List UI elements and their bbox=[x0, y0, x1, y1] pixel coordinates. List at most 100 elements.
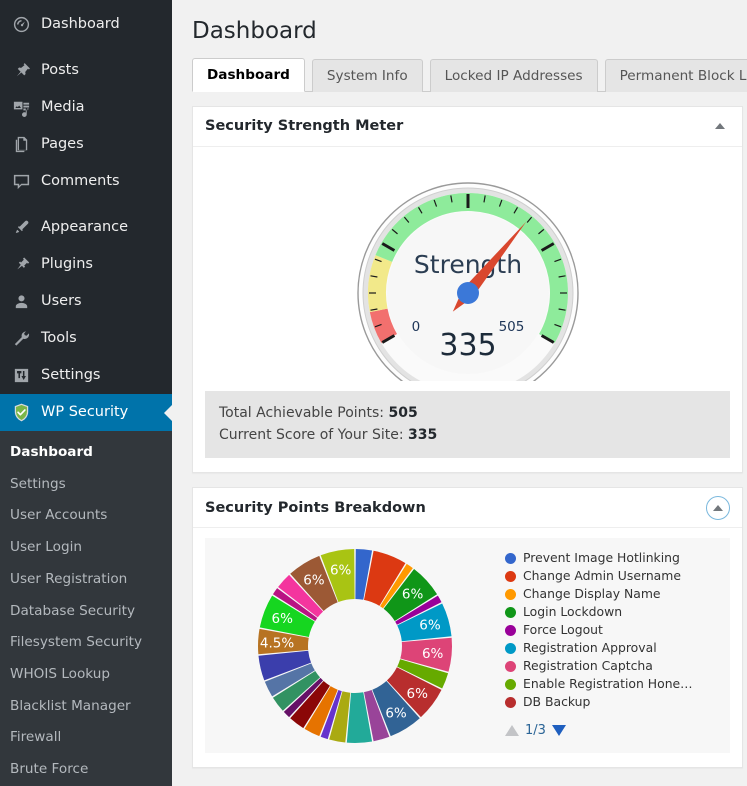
sidebar-item-label: Posts bbox=[41, 62, 79, 79]
sidebar-item-users[interactable]: Users bbox=[0, 283, 172, 320]
current-score-row: Current Score of Your Site: 335 bbox=[219, 425, 716, 447]
panel-title: Security Points Breakdown bbox=[205, 499, 426, 516]
legend-color-swatch bbox=[505, 552, 516, 564]
pages-icon bbox=[10, 135, 32, 155]
sidebar-item-label: Settings bbox=[41, 367, 101, 384]
legend-item[interactable]: DB Backup bbox=[505, 694, 730, 710]
submenu-item-firewall[interactable]: Firewall bbox=[0, 722, 172, 754]
security-strength-gauge: 0 505 Strength 335 bbox=[356, 182, 579, 381]
sidebar-item-comments[interactable]: Comments bbox=[0, 163, 172, 200]
collapse-toggle-button[interactable] bbox=[706, 495, 730, 520]
sidebar-item-label: Pages bbox=[41, 136, 84, 153]
legend-list: Prevent Image Hotlinking Change Admin Use… bbox=[505, 550, 730, 710]
sliders-icon bbox=[10, 366, 32, 386]
submenu-item-settings[interactable]: Settings bbox=[0, 469, 172, 501]
sidebar-item-pages[interactable]: Pages bbox=[0, 126, 172, 163]
total-achievable-points-label: Total Achievable Points: bbox=[219, 404, 385, 421]
legend-item[interactable]: Registration Captcha bbox=[505, 658, 730, 674]
svg-text:505: 505 bbox=[498, 319, 524, 335]
admin-screen: Dashboard Posts Media Pages Comments Appearan… bbox=[0, 0, 747, 786]
sidebar-item-media[interactable]: Media bbox=[0, 89, 172, 126]
comment-icon bbox=[10, 172, 32, 192]
chart-legend: Prevent Image Hotlinking Change Admin Use… bbox=[505, 544, 730, 738]
legend-label: Change Display Name bbox=[523, 586, 661, 602]
donut-chart-container: 6% 6% 6% 6% 6% 4.5% 6% 6% 6% bbox=[205, 544, 505, 749]
sidebar-item-tools[interactable]: Tools bbox=[0, 320, 172, 357]
donut-slice-label: 6% bbox=[407, 686, 429, 702]
legend-label: DB Backup bbox=[523, 694, 591, 710]
legend-label: Change Admin Username bbox=[523, 568, 681, 584]
sidebar-item-posts[interactable]: Posts bbox=[0, 52, 172, 89]
sidebar-separator bbox=[0, 43, 172, 52]
donut-slice-label: 6% bbox=[422, 646, 444, 662]
submenu-item-database-security[interactable]: Database Security bbox=[0, 596, 172, 628]
legend-color-swatch bbox=[505, 624, 516, 636]
legend-color-swatch bbox=[505, 642, 516, 654]
admin-sidebar: Dashboard Posts Media Pages Comments Appearan… bbox=[0, 0, 172, 786]
sidebar-item-label: Tools bbox=[41, 330, 77, 347]
legend-item[interactable]: Force Logout bbox=[505, 622, 730, 638]
sidebar-item-dashboard[interactable]: Dashboard bbox=[0, 6, 172, 43]
legend-item[interactable]: Login Lockdown bbox=[505, 604, 730, 620]
collapse-toggle-button[interactable] bbox=[710, 116, 730, 136]
pager-position: 1/3 bbox=[525, 722, 546, 738]
tab-permanent-block-list[interactable]: Permanent Block List bbox=[604, 58, 747, 92]
legend-item[interactable]: Enable Registration Hone… bbox=[505, 676, 730, 692]
sidebar-item-settings[interactable]: Settings bbox=[0, 357, 172, 394]
legend-item[interactable]: Change Display Name bbox=[505, 586, 730, 602]
pager-prev-icon[interactable] bbox=[505, 724, 519, 736]
legend-item[interactable]: Change Admin Username bbox=[505, 568, 730, 584]
svg-text:0: 0 bbox=[411, 319, 420, 335]
submenu-item-user-accounts[interactable]: User Accounts bbox=[0, 500, 172, 532]
donut-slice-label: 6% bbox=[272, 611, 294, 627]
legend-label: Login Lockdown bbox=[523, 604, 623, 620]
submenu-item-user-login[interactable]: User Login bbox=[0, 532, 172, 564]
tab-dashboard[interactable]: Dashboard bbox=[192, 57, 305, 92]
user-icon bbox=[10, 292, 32, 312]
security-strength-meter-panel: Security Strength Meter 0 505 Strength 335 … bbox=[192, 105, 743, 474]
donut-slice-label: 6% bbox=[303, 573, 325, 589]
pin-icon bbox=[10, 61, 32, 81]
plug-icon bbox=[10, 255, 32, 275]
legend-label: Registration Captcha bbox=[523, 658, 653, 674]
current-score-value: 335 bbox=[408, 426, 438, 443]
donut-slice-label: 6% bbox=[385, 706, 407, 722]
pager-next-icon[interactable] bbox=[551, 724, 566, 736]
svg-text:335: 335 bbox=[439, 328, 496, 363]
submenu-item-user-registration[interactable]: User Registration bbox=[0, 564, 172, 596]
legend-label: Enable Registration Hone… bbox=[523, 676, 693, 692]
submenu-item-dashboard[interactable]: Dashboard bbox=[0, 437, 172, 469]
sidebar-item-appearance[interactable]: Appearance bbox=[0, 209, 172, 246]
panel-body: 0 505 Strength 335 Total Achievable Points:… bbox=[193, 147, 742, 472]
security-points-breakdown-panel: Security Points Breakdown 6% 6% 6% 6% 6% 4.5%… bbox=[192, 487, 743, 769]
legend-color-swatch bbox=[505, 588, 516, 600]
sidebar-item-plugins[interactable]: Plugins bbox=[0, 246, 172, 283]
legend-label: Force Logout bbox=[523, 622, 603, 638]
legend-label: Registration Approval bbox=[523, 640, 657, 656]
media-icon bbox=[10, 98, 32, 118]
panel-body: 6% 6% 6% 6% 6% 4.5% 6% 6% 6% Prevent Image Hotli… bbox=[193, 528, 742, 767]
legend-pager: 1/3 bbox=[505, 723, 730, 738]
panel-header: Security Points Breakdown bbox=[193, 488, 742, 529]
submenu-item-brute-force[interactable]: Brute Force bbox=[0, 754, 172, 786]
current-score-label: Current Score of Your Site: bbox=[219, 426, 404, 443]
legend-color-swatch bbox=[505, 660, 516, 672]
total-achievable-points-row: Total Achievable Points: 505 bbox=[219, 403, 716, 425]
submenu-item-blacklist-manager[interactable]: Blacklist Manager bbox=[0, 691, 172, 723]
sidebar-item-wp-security[interactable]: WP Security bbox=[0, 394, 172, 431]
legend-item[interactable]: Registration Approval bbox=[505, 640, 730, 656]
sidebar-submenu-wp-security: Dashboard Settings User Accounts User Login… bbox=[0, 431, 172, 786]
submenu-item-whois-lookup[interactable]: WHOIS Lookup bbox=[0, 659, 172, 691]
legend-color-swatch bbox=[505, 606, 516, 618]
sidebar-item-label: WP Security bbox=[41, 404, 129, 421]
tab-system-info[interactable]: System Info bbox=[311, 58, 423, 92]
tab-locked-ip-addresses[interactable]: Locked IP Addresses bbox=[429, 58, 598, 92]
legend-label: Prevent Image Hotlinking bbox=[523, 550, 680, 566]
donut-slice-label: 6% bbox=[419, 618, 441, 634]
sidebar-item-label: Plugins bbox=[41, 256, 93, 273]
legend-color-swatch bbox=[505, 678, 516, 690]
caret-up-icon bbox=[715, 123, 725, 130]
legend-item[interactable]: Prevent Image Hotlinking bbox=[505, 550, 730, 566]
sidebar-item-label: Users bbox=[41, 293, 82, 310]
submenu-item-filesystem-security[interactable]: Filesystem Security bbox=[0, 627, 172, 659]
